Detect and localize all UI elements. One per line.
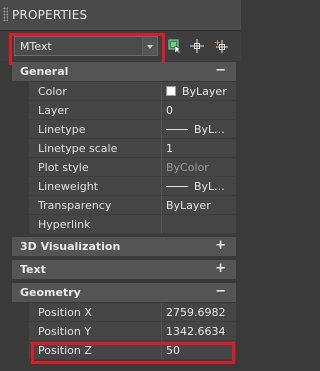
grip-handle-icon[interactable] xyxy=(3,7,8,21)
section-header-3d-visualization[interactable]: 3D Visualization + xyxy=(12,237,236,257)
property-row-position-y[interactable]: Position Y 1342.6634 xyxy=(12,322,236,341)
expand-icon[interactable]: + xyxy=(215,238,226,253)
collapse-icon[interactable]: − xyxy=(215,284,226,299)
property-name: Color xyxy=(29,82,162,101)
property-value: ByColor xyxy=(162,158,236,177)
property-row-layer[interactable]: Layer 0 xyxy=(12,101,236,120)
highlight-box-position-z xyxy=(31,342,235,364)
section-label: General xyxy=(20,65,69,78)
property-row-lineweight[interactable]: Lineweight ByL... xyxy=(12,177,236,196)
property-row-hyperlink[interactable]: Hyperlink xyxy=(12,215,236,234)
toggle-pickadd-icon[interactable]: + xyxy=(213,38,229,54)
property-row-linetype-scale[interactable]: Linetype scale 1 xyxy=(12,139,236,158)
property-value[interactable]: 1342.6634 xyxy=(162,322,236,341)
property-name: Hyperlink xyxy=(29,215,162,234)
property-name: Transparency xyxy=(29,196,162,215)
section-label: Text xyxy=(20,263,46,276)
section-header-text[interactable]: Text + xyxy=(12,260,236,280)
select-objects-icon[interactable] xyxy=(189,38,205,54)
expand-icon[interactable]: + xyxy=(215,261,226,276)
property-name: Layer xyxy=(29,101,162,120)
property-name: Linetype scale xyxy=(29,139,162,158)
property-name: Position Y xyxy=(29,322,162,341)
section-header-general[interactable]: General − xyxy=(12,62,236,82)
section-label: 3D Visualization xyxy=(20,240,121,253)
property-row-position-x[interactable]: Position X 2759.6982 xyxy=(12,303,236,322)
property-row-plot-style[interactable]: Plot style ByColor xyxy=(12,158,236,177)
property-name: Lineweight xyxy=(29,177,162,196)
properties-panel: General − Color ByLayer Layer 0 Linetype… xyxy=(12,62,236,360)
svg-text:+: + xyxy=(214,38,221,47)
property-value[interactable]: 1 xyxy=(162,139,236,158)
property-value[interactable]: ByL... xyxy=(162,177,236,196)
section-label: Geometry xyxy=(20,286,81,299)
property-name: Linetype xyxy=(29,120,162,139)
property-row-linetype[interactable]: Linetype ByL... xyxy=(12,120,236,139)
property-value[interactable] xyxy=(162,215,236,234)
lineweight-preview-icon xyxy=(166,186,188,187)
property-name: Plot style xyxy=(29,158,162,177)
color-swatch-icon xyxy=(166,86,176,96)
highlight-box-object-type xyxy=(9,33,165,65)
property-value[interactable]: ByLayer xyxy=(162,196,236,215)
property-value[interactable]: 2759.6982 xyxy=(162,303,236,322)
property-value[interactable]: ByLayer xyxy=(162,82,236,101)
property-value[interactable]: ByL... xyxy=(162,120,236,139)
property-value[interactable]: 0 xyxy=(162,101,236,120)
quick-select-icon[interactable] xyxy=(166,38,182,54)
section-header-geometry[interactable]: Geometry − xyxy=(12,283,236,303)
property-row-transparency[interactable]: Transparency ByLayer xyxy=(12,196,236,215)
property-row-color[interactable]: Color ByLayer xyxy=(12,82,236,101)
palette-titlebar[interactable]: PROPERTIES xyxy=(0,0,241,31)
collapse-icon[interactable]: − xyxy=(215,63,226,78)
linetype-preview-icon xyxy=(166,129,188,130)
palette-title: PROPERTIES xyxy=(12,8,88,22)
property-name: Position X xyxy=(29,303,162,322)
